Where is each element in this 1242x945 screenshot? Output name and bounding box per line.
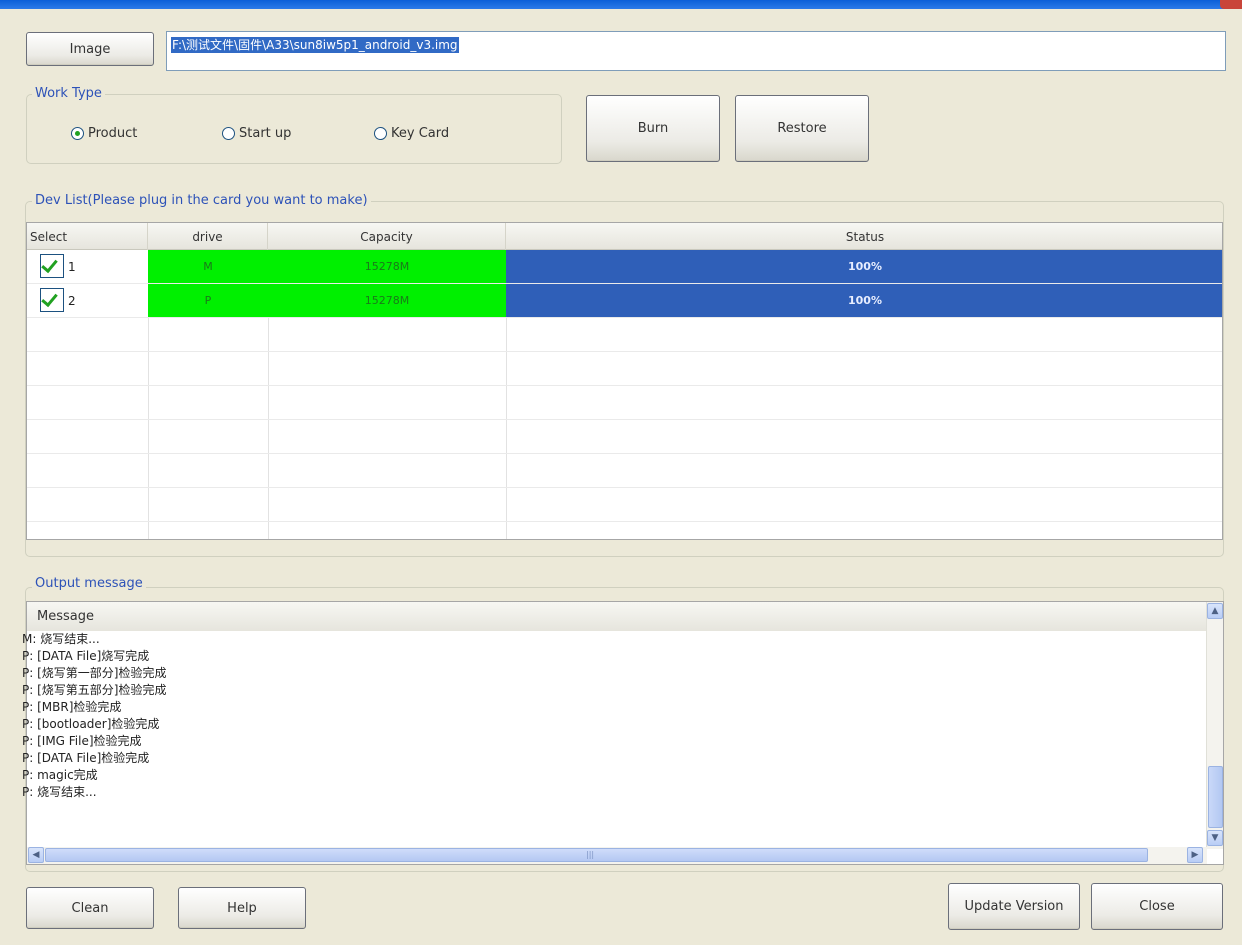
output-message-list: Message ▲ ▼ ◀ ||| ▶ — [26, 601, 1224, 865]
row-checkbox[interactable] — [40, 288, 64, 312]
horizontal-scroll-thumb[interactable]: ||| — [45, 848, 1148, 862]
restore-button[interactable]: Restore — [735, 95, 869, 162]
horizontal-scrollbar[interactable]: ◀ ||| ▶ — [27, 847, 1207, 864]
column-header-capacity[interactable]: Capacity — [268, 223, 506, 250]
row-checkbox[interactable] — [40, 254, 64, 278]
image-path-value: F:\测试文件\固件\A33\sun8iw5p1_android_v3.img — [171, 37, 459, 53]
scroll-left-icon[interactable]: ◀ — [28, 847, 44, 863]
window-titlebar — [0, 0, 1242, 9]
radio-product-label: Product — [88, 126, 138, 141]
radio-key-card[interactable]: Key Card — [374, 126, 449, 141]
scroll-right-icon[interactable]: ▶ — [1187, 847, 1203, 863]
row-status: 100% — [506, 284, 1222, 317]
output-line: P: [烧写第一部分]检验完成 — [22, 666, 167, 680]
radio-start-up-label: Start up — [239, 126, 292, 141]
radio-product[interactable]: Product — [71, 126, 137, 141]
work-type-legend: Work Type — [32, 86, 105, 101]
row-status: 100% — [506, 250, 1222, 283]
column-header-status[interactable]: Status — [506, 223, 1222, 250]
output-lines: M: 烧写结束... P: [DATA File]烧写完成 P: [烧写第一部分… — [22, 631, 166, 801]
output-line: P: 烧写结束... — [22, 785, 97, 799]
help-button[interactable]: Help — [178, 887, 306, 929]
dev-list-legend: Dev List(Please plug in the card you wan… — [32, 193, 371, 208]
close-window-icon[interactable] — [1220, 0, 1242, 9]
output-line: M: 烧写结束... — [22, 632, 100, 646]
vertical-scroll-thumb[interactable] — [1208, 766, 1223, 828]
row-capacity: 15278M — [268, 284, 506, 317]
output-line: P: [烧写第五部分]检验完成 — [22, 683, 167, 697]
output-legend: Output message — [32, 576, 146, 591]
scroll-grip: ||| — [586, 850, 595, 859]
close-button[interactable]: Close — [1091, 883, 1223, 930]
radio-key-card-label: Key Card — [391, 126, 450, 141]
checkmark-icon — [41, 255, 58, 274]
output-line: P: [DATA File]检验完成 — [22, 751, 150, 765]
radio-unselected-icon — [222, 127, 235, 140]
vertical-scrollbar[interactable]: ▲ ▼ — [1206, 602, 1223, 849]
scroll-down-icon[interactable]: ▼ — [1207, 830, 1223, 846]
checkmark-icon — [41, 289, 58, 308]
clean-button[interactable]: Clean — [26, 887, 154, 929]
device-table: Select drive Capacity Status 1 M 15278M … — [26, 222, 1223, 540]
output-header: Message — [27, 602, 1223, 631]
output-line: P: [DATA File]烧写完成 — [22, 649, 150, 663]
device-table-header: Select drive Capacity Status — [27, 223, 1222, 250]
burn-button[interactable]: Burn — [586, 95, 720, 162]
image-button[interactable]: Image — [26, 32, 154, 66]
output-line: P: [bootloader]检验完成 — [22, 717, 160, 731]
scroll-up-icon[interactable]: ▲ — [1207, 603, 1223, 619]
update-version-button[interactable]: Update Version — [948, 883, 1080, 930]
row-drive: M — [148, 250, 268, 283]
column-header-drive[interactable]: drive — [148, 223, 268, 250]
radio-selected-icon — [71, 127, 84, 140]
column-header-select[interactable]: Select — [27, 223, 148, 250]
row-index: 2 — [68, 293, 76, 308]
radio-start-up[interactable]: Start up — [222, 126, 291, 141]
row-drive: P — [148, 284, 268, 317]
image-path-field[interactable]: F:\测试文件\固件\A33\sun8iw5p1_android_v3.img — [166, 31, 1226, 71]
output-line: P: [MBR]检验完成 — [22, 700, 122, 714]
row-capacity: 15278M — [268, 250, 506, 283]
row-index: 1 — [68, 259, 76, 274]
output-line: P: magic完成 — [22, 768, 98, 782]
radio-unselected-icon — [374, 127, 387, 140]
output-line: P: [IMG File]检验完成 — [22, 734, 142, 748]
